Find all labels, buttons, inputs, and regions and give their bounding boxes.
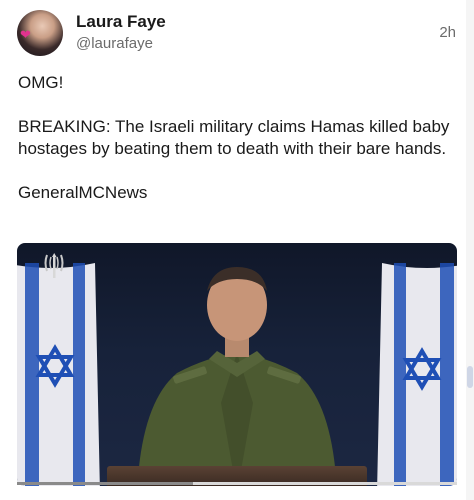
scrollbar-thumb[interactable]: [467, 366, 473, 388]
video-player[interactable]: [17, 243, 457, 486]
heart-icon: ❤: [20, 27, 31, 42]
post-timestamp[interactable]: 2h: [439, 24, 456, 41]
israeli-flag-left: [17, 263, 100, 486]
speaker-figure: [137, 267, 337, 486]
avatar[interactable]: ❤: [17, 10, 63, 56]
post-text-line-3: GeneralMCNews: [18, 183, 148, 202]
video-progress-fill: [17, 482, 193, 485]
video-progress-bar[interactable]: [17, 482, 457, 485]
post-body: OMG! BREAKING: The Israeli military clai…: [18, 72, 458, 204]
post-text-line-2: BREAKING: The Israeli military claims Ha…: [18, 117, 450, 158]
author-handle[interactable]: @laurafaye: [76, 35, 153, 52]
author-display-name[interactable]: Laura Faye: [76, 12, 166, 32]
idf-emblem-icon: [44, 253, 64, 278]
scrollbar[interactable]: [466, 0, 474, 500]
israeli-flag-right: [377, 263, 457, 486]
post-card[interactable]: ❤ Laura Faye @laurafaye 2h OMG! BREAKING…: [0, 0, 474, 500]
post-text-line-1: OMG!: [18, 73, 64, 92]
